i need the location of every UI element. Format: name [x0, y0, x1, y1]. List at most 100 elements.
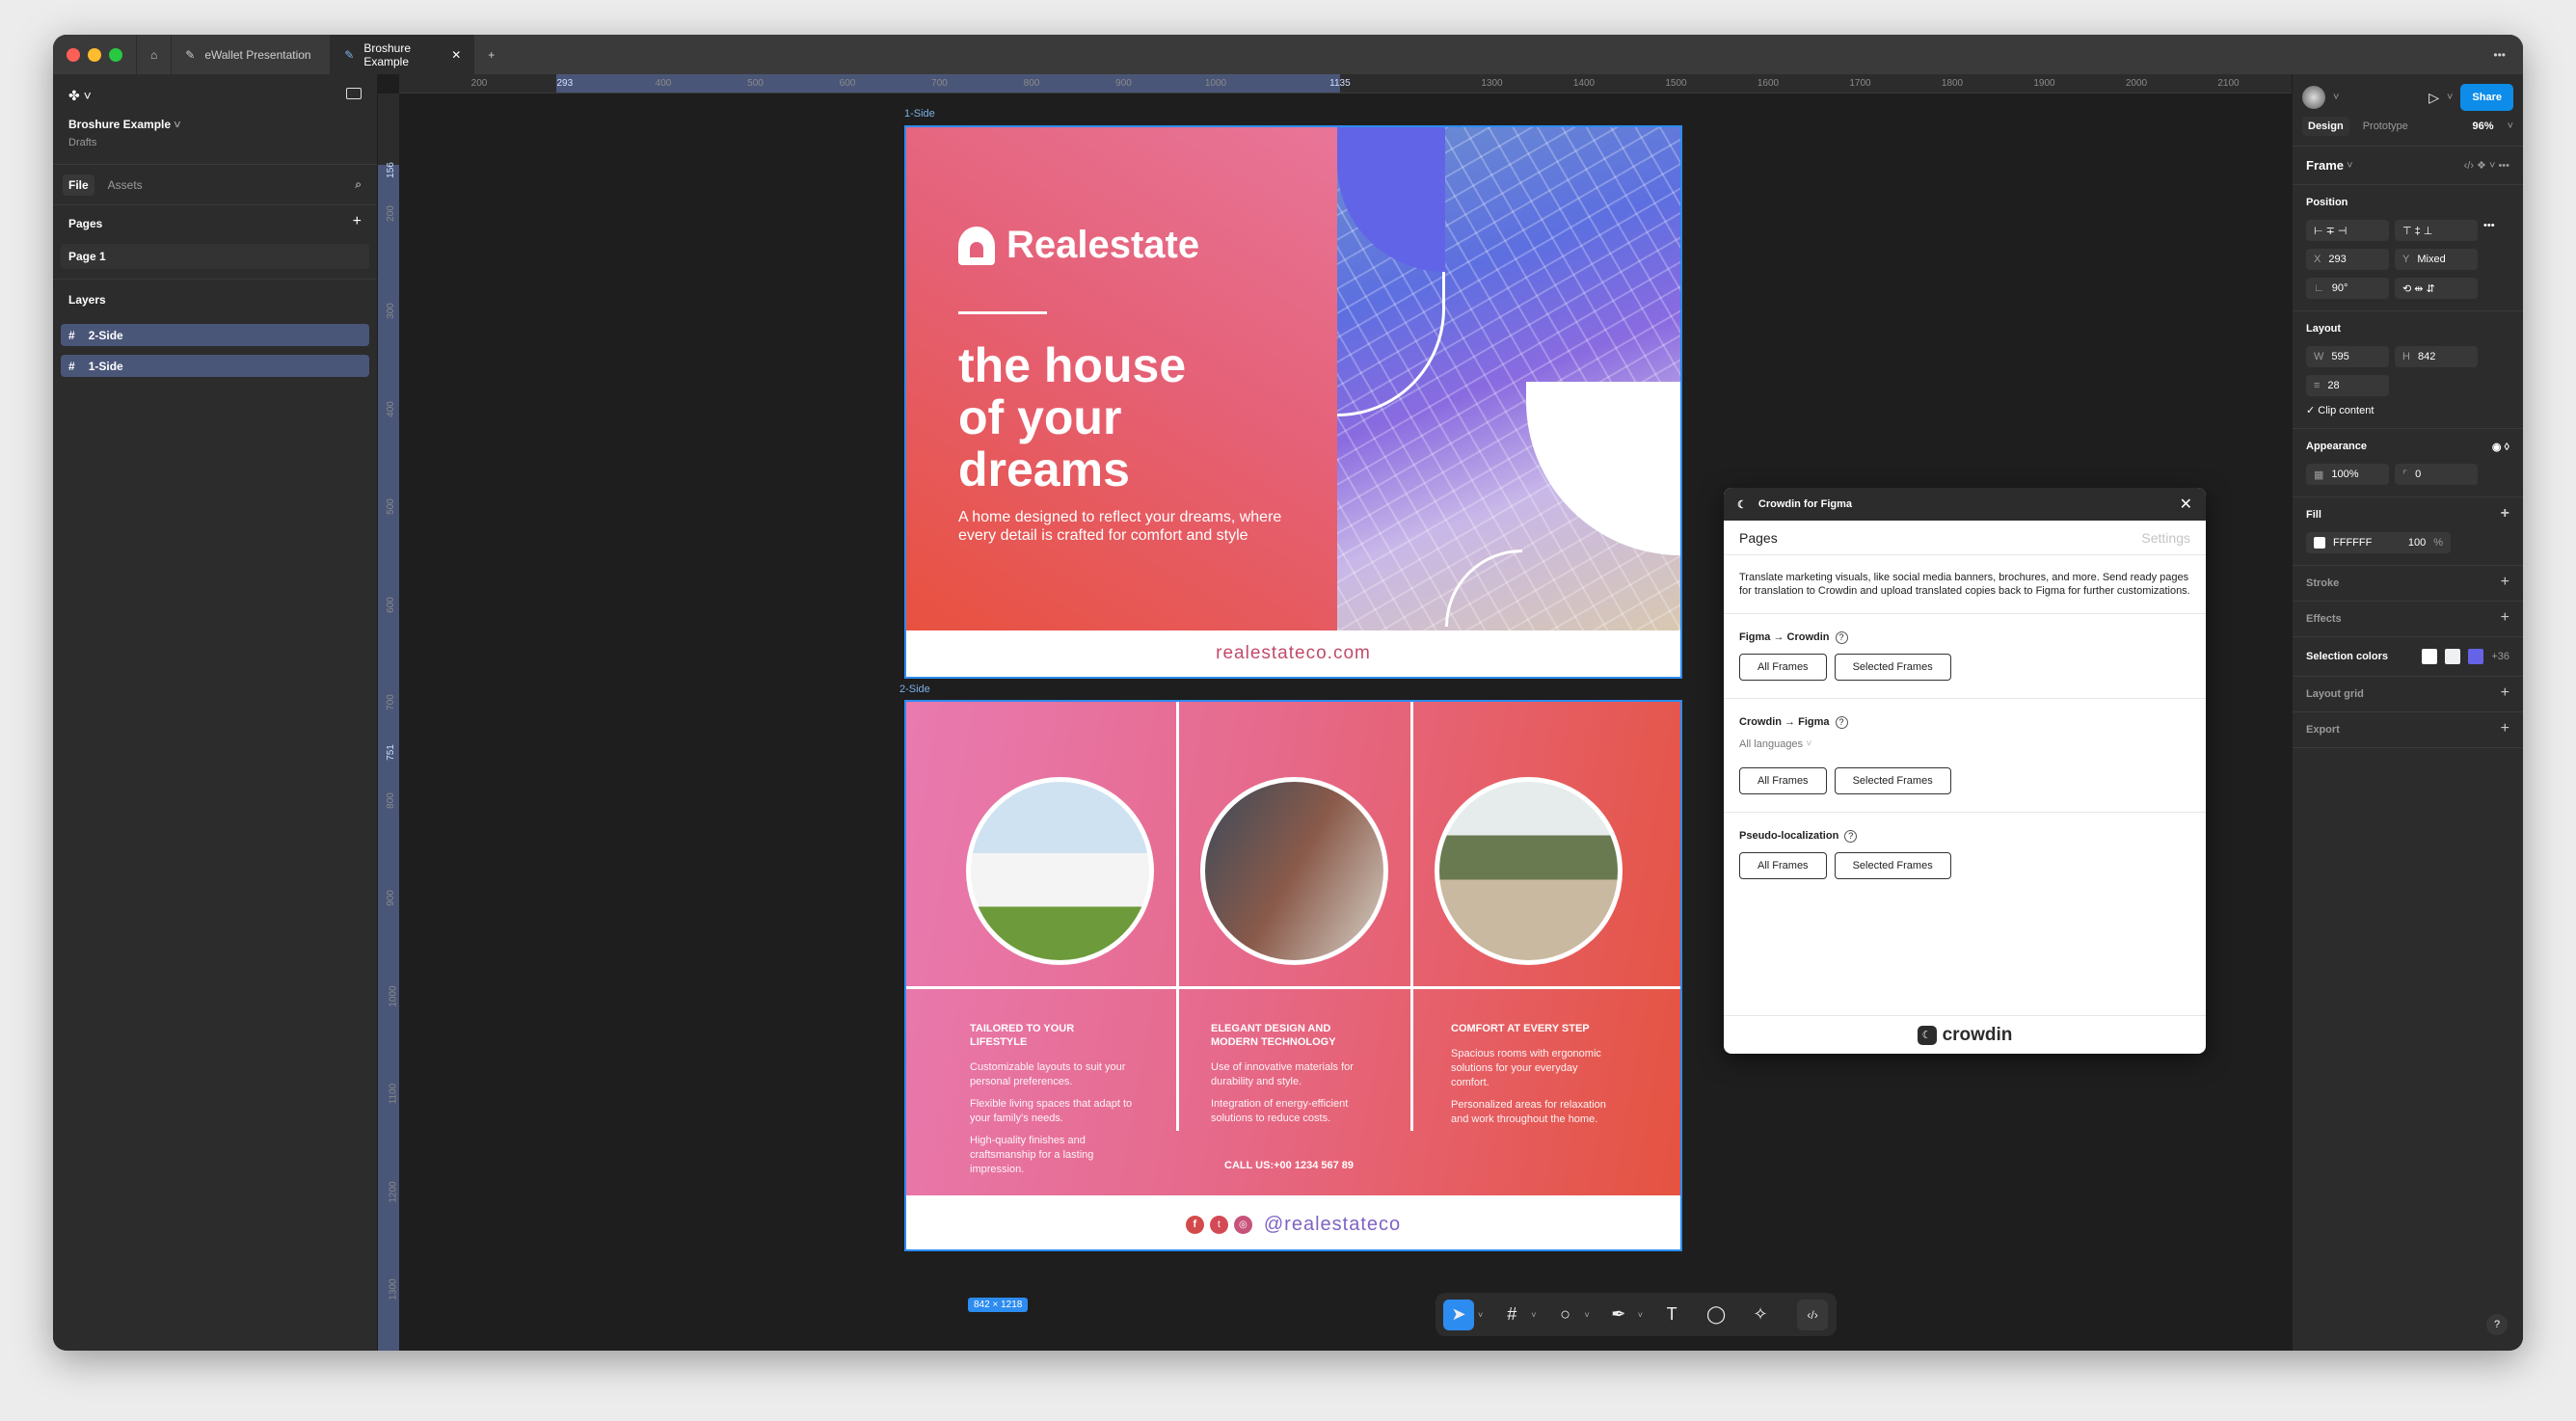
help-icon[interactable]: ? [1835, 716, 1848, 729]
selected-frames-button[interactable]: Selected Frames [1834, 654, 1951, 681]
x-input[interactable]: X 293 [2306, 249, 2389, 270]
pen-tool-icon[interactable]: ✒ [1603, 1300, 1634, 1330]
figma-menu-icon[interactable]: ✤ ˅ [68, 88, 92, 103]
tab-prototype[interactable]: Prototype [2363, 121, 2408, 132]
new-tab-button[interactable]: + [474, 35, 508, 74]
align-horizontal-icon[interactable]: ⊢ ∓ ⊣ [2306, 220, 2389, 241]
opacity-input[interactable]: ▦ 100% [2306, 464, 2389, 485]
close-window-button[interactable] [67, 47, 80, 62]
tab-design[interactable]: Design [2302, 117, 2349, 136]
selection-color-swatch[interactable] [2445, 649, 2461, 664]
share-button[interactable]: Share [2460, 84, 2513, 111]
minimize-window-button[interactable] [88, 47, 101, 62]
sidebar-toggle-icon[interactable] [346, 88, 362, 99]
frame-label-2[interactable]: 2-Side [899, 684, 930, 695]
file-name[interactable]: Broshure Example [68, 118, 171, 131]
width-input[interactable]: W 595 [2306, 346, 2389, 367]
ruler-tick: 1600 [1757, 78, 1780, 89]
ruler-tick: 800 [1023, 78, 1040, 89]
tab-file[interactable]: File [63, 174, 94, 196]
ruler-tick: 1000 [1204, 78, 1227, 89]
frame-tool-icon[interactable]: # [1496, 1300, 1527, 1330]
tab-ewallet[interactable]: ✎ eWallet Presentation [171, 35, 330, 74]
add-page-icon[interactable]: + [353, 213, 362, 230]
layer-1-side[interactable]: #1-Side [61, 355, 369, 377]
height-input[interactable]: H 842 [2395, 346, 2478, 367]
fill-title: Fill [2306, 509, 2321, 521]
layer-2-side[interactable]: #2-Side [61, 324, 369, 346]
flip-icon[interactable]: ⟲ ⇹ ⇵ [2395, 278, 2478, 299]
all-frames-button[interactable]: All Frames [1739, 852, 1827, 879]
ruler-tick: 700 [385, 694, 396, 710]
file-location: Drafts [68, 137, 97, 148]
ruler-tick: 1800 [1941, 78, 1964, 89]
comment-tool-icon[interactable]: ◯ [1701, 1300, 1731, 1330]
all-frames-button[interactable]: All Frames [1739, 654, 1827, 681]
tab-assets[interactable]: Assets [108, 178, 143, 192]
visibility-icon[interactable]: ◉ ◊ [2492, 441, 2509, 453]
add-stroke-icon[interactable]: + [2501, 574, 2509, 591]
search-icon[interactable]: ⌕ [355, 177, 362, 192]
add-effect-icon[interactable]: + [2501, 609, 2509, 627]
present-icon[interactable]: ▷ [2428, 90, 2439, 106]
add-grid-icon[interactable]: + [2501, 684, 2509, 702]
feature-column: TAILORED TO YOUR LIFESTYLE Customizable l… [970, 1023, 1133, 1175]
gap-input[interactable]: ≡ 28 [2306, 375, 2389, 396]
ruler-tick: 1300 [1481, 78, 1503, 89]
close-plugin-icon[interactable]: ✕ [2180, 495, 2192, 514]
clip-content-checkbox[interactable]: ✓ Clip content [2306, 404, 2509, 416]
ai-tool-icon[interactable]: ✧ [1745, 1300, 1776, 1330]
close-tab-icon[interactable]: ✕ [451, 48, 461, 62]
move-tool-icon[interactable]: ➤ [1443, 1299, 1474, 1330]
more-colors[interactable]: +36 [2491, 651, 2509, 662]
tab-settings[interactable]: Settings [2141, 530, 2190, 546]
code-icon[interactable]: ‹/› ❖ ˅ ••• [2464, 159, 2509, 172]
frame-1-side[interactable]: Realestate the house of your dreams A ho… [904, 125, 1682, 679]
page-item[interactable]: Page 1 [61, 244, 369, 269]
color-swatch[interactable] [2314, 537, 2325, 549]
layers-title: Layers [68, 293, 106, 307]
text-tool-icon[interactable]: T [1656, 1300, 1687, 1330]
zoom-level[interactable]: 96% [2473, 121, 2494, 132]
add-export-icon[interactable]: + [2501, 720, 2509, 737]
dev-mode-icon[interactable]: ‹/› [1797, 1299, 1829, 1330]
home-tab[interactable]: ⌂ [136, 35, 171, 74]
crowdin-logo-icon: ☾ [1917, 1025, 1937, 1045]
fill-color-input[interactable]: FFFFFF 100% [2306, 532, 2451, 553]
help-icon[interactable]: ? [1835, 631, 1848, 644]
add-fill-icon[interactable]: + [2501, 505, 2509, 523]
app-window: ⌂ ✎ eWallet Presentation ✎ Broshure Exampl… [53, 35, 2523, 1351]
ruler-tick: 1135 [1329, 78, 1351, 89]
frame-2-side[interactable]: TAILORED TO YOUR LIFESTYLE Customizable l… [904, 700, 1682, 1251]
more-icon[interactable]: ••• [2493, 48, 2506, 62]
frame-label-1[interactable]: 1-Side [904, 108, 935, 120]
selected-frames-button[interactable]: Selected Frames [1834, 767, 1951, 794]
canvas[interactable]: 1-Side Realestate the house of your drea… [399, 94, 2292, 1351]
languages-dropdown[interactable]: All languages ˅ [1739, 738, 2190, 750]
facebook-icon: f [1185, 1215, 1204, 1234]
ellipse-tool-icon[interactable]: ○ [1550, 1300, 1581, 1330]
figma-file-icon: ✎ [344, 47, 355, 62]
selected-frames-button[interactable]: Selected Frames [1834, 852, 1951, 879]
ruler-tick: 1900 [2033, 78, 2055, 89]
more-icon[interactable]: ••• [2483, 220, 2495, 241]
maximize-window-button[interactable] [109, 47, 122, 62]
tab-pages[interactable]: Pages [1739, 530, 1778, 546]
section-title: Figma → Crowdin [1739, 631, 1830, 643]
tab-broshure[interactable]: ✎ Broshure Example ✕ [330, 35, 475, 74]
frame-type[interactable]: Frame [2306, 158, 2344, 173]
crowdin-logo-text: crowdin [1942, 1024, 2013, 1045]
selection-color-swatch[interactable] [2422, 649, 2438, 664]
rotation-input[interactable]: ∟ 90° [2306, 278, 2389, 299]
ruler-tick: 900 [385, 890, 396, 906]
avatar[interactable] [2302, 86, 2325, 109]
help-icon[interactable]: ? [1844, 830, 1858, 843]
frame-icon: # [68, 359, 75, 373]
help-button[interactable]: ? [2486, 1314, 2508, 1335]
all-frames-button[interactable]: All Frames [1739, 767, 1827, 794]
radius-input[interactable]: ⌜ 0 [2395, 464, 2478, 485]
align-vertical-icon[interactable]: ⊤ ‡ ⊥ [2395, 220, 2478, 241]
ruler-tick: 200 [385, 204, 396, 222]
y-input[interactable]: Y Mixed [2395, 249, 2478, 270]
selection-color-swatch[interactable] [2468, 649, 2484, 664]
